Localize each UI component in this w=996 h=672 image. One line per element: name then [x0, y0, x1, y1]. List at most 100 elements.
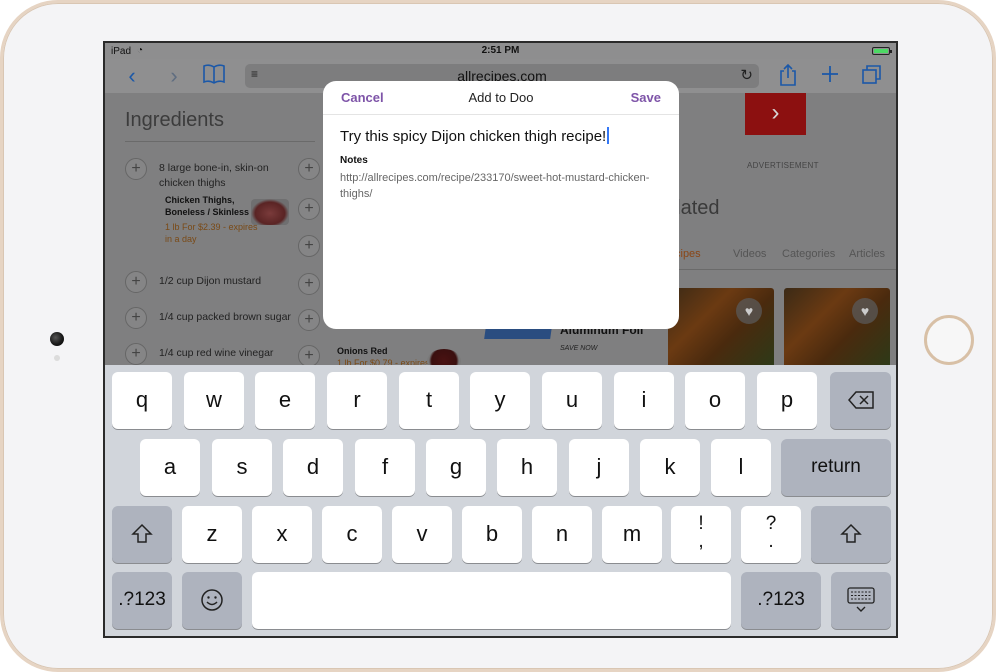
key-q[interactable]: q: [112, 372, 172, 429]
emoji-key[interactable]: [182, 572, 242, 629]
key-exclamation-bottom: ,: [698, 531, 704, 552]
add-ingredient-button[interactable]: +: [298, 235, 320, 257]
key-question[interactable]: ? .: [741, 506, 801, 563]
add-to-doo-dialog: Cancel Add to Doo Save Try this spicy Di…: [323, 81, 679, 329]
heart-icon[interactable]: ♥: [852, 298, 878, 324]
camera-lens: [50, 332, 64, 346]
bookmarks-icon[interactable]: [201, 63, 227, 89]
shift-key[interactable]: [112, 506, 172, 563]
key-o[interactable]: o: [685, 372, 745, 429]
add-ingredient-button[interactable]: +: [298, 158, 320, 180]
status-bar: iPad ◔ 2:51 PM: [105, 43, 896, 59]
home-button[interactable]: [924, 315, 974, 365]
screen: iPad ◔ 2:51 PM ‹ › ≡ allrecipes.com ↻ In…: [103, 41, 898, 638]
key-z[interactable]: z: [182, 506, 242, 563]
add-ingredient-button[interactable]: +: [298, 273, 320, 295]
forward-icon[interactable]: ›: [161, 63, 187, 89]
notes-field[interactable]: http://allrecipes.com/recipe/233170/swee…: [340, 170, 660, 202]
ingredient-item: 1/4 cup red wine vinegar: [159, 347, 274, 359]
sensor: [54, 355, 60, 361]
add-ingredient-button[interactable]: +: [298, 198, 320, 220]
recipe-thumbnail[interactable]: ♥: [784, 288, 890, 365]
tab-articles[interactable]: Articles: [849, 248, 885, 260]
key-t[interactable]: t: [399, 372, 459, 429]
dialog-title: Add to Doo: [468, 90, 534, 105]
ingredient-item: 8 large bone-in, skin-on chicken thighs: [159, 161, 269, 191]
add-ingredient-button[interactable]: +: [298, 309, 320, 331]
product-name-line: Boneless / Skinless: [165, 207, 250, 217]
key-y[interactable]: y: [470, 372, 530, 429]
key-i[interactable]: i: [614, 372, 674, 429]
key-question-bottom: .: [768, 531, 774, 552]
key-j[interactable]: j: [569, 439, 629, 496]
key-c[interactable]: c: [322, 506, 382, 563]
key-f[interactable]: f: [355, 439, 415, 496]
product-price-line: in a day: [165, 234, 197, 244]
delete-key[interactable]: [830, 372, 891, 429]
hide-keyboard-key[interactable]: [831, 572, 891, 629]
keyboard: q w e r t y u i o p a s d f g h j k l re…: [105, 365, 896, 636]
key-l[interactable]: l: [711, 439, 771, 496]
ipad-frame: iPad ◔ 2:51 PM ‹ › ≡ allrecipes.com ↻ In…: [0, 0, 996, 672]
key-s[interactable]: s: [212, 439, 272, 496]
task-title-text: Try this spicy Dijon chicken thigh recip…: [340, 128, 607, 145]
keyboard-dismiss-icon: [847, 587, 875, 612]
numbers-key-right[interactable]: .?123: [741, 572, 821, 629]
status-time: 2:51 PM: [481, 45, 520, 56]
back-icon[interactable]: ‹: [119, 63, 145, 89]
add-ingredient-button[interactable]: +: [125, 158, 147, 180]
return-key[interactable]: return: [781, 439, 891, 496]
key-k[interactable]: k: [640, 439, 700, 496]
ad-banner[interactable]: ›: [745, 93, 806, 135]
onion-price: 1 lb For $0.79 - expires: [337, 358, 430, 365]
shift-key-right[interactable]: [811, 506, 891, 563]
key-g[interactable]: g: [426, 439, 486, 496]
numbers-key[interactable]: .?123: [112, 572, 172, 629]
task-title-input[interactable]: Try this spicy Dijon chicken thigh recip…: [340, 127, 610, 145]
key-p[interactable]: p: [757, 372, 817, 429]
save-button[interactable]: Save: [631, 90, 661, 105]
tabs-icon[interactable]: [859, 63, 885, 89]
space-key[interactable]: [252, 572, 731, 629]
product-name-line: Chicken Thighs,: [165, 195, 235, 205]
share-icon[interactable]: [775, 63, 801, 89]
key-v[interactable]: v: [392, 506, 452, 563]
dialog-header: Cancel Add to Doo Save: [323, 81, 679, 115]
heart-icon[interactable]: ♥: [736, 298, 762, 324]
key-x[interactable]: x: [252, 506, 312, 563]
product-name: Chicken Thighs, Boneless / Skinless: [165, 194, 249, 218]
text-cursor: [607, 127, 610, 144]
key-m[interactable]: m: [602, 506, 662, 563]
promo-cta[interactable]: SAVE NOW: [560, 345, 597, 352]
key-n[interactable]: n: [532, 506, 592, 563]
key-a[interactable]: a: [140, 439, 200, 496]
key-r[interactable]: r: [327, 372, 387, 429]
key-b[interactable]: b: [462, 506, 522, 563]
backspace-icon: [847, 391, 874, 409]
reload-icon[interactable]: ↻: [740, 66, 753, 84]
key-d[interactable]: d: [283, 439, 343, 496]
add-ingredient-button[interactable]: +: [125, 343, 147, 365]
ingredient-line: 8 large bone-in, skin-on: [159, 162, 269, 174]
add-ingredient-button[interactable]: +: [125, 307, 147, 329]
add-ingredient-button[interactable]: +: [298, 345, 320, 365]
product-price-line: 1 lb For $2.39 - expires: [165, 222, 258, 232]
new-tab-icon[interactable]: [817, 63, 843, 89]
ingredient-item: 1/2 cup Dijon mustard: [159, 275, 262, 287]
key-w[interactable]: w: [184, 372, 244, 429]
onion-name: Onions Red: [337, 346, 388, 356]
shift-icon: [840, 523, 862, 543]
key-exclamation[interactable]: ! ,: [671, 506, 731, 563]
add-ingredient-button[interactable]: +: [125, 271, 147, 293]
key-e[interactable]: e: [255, 372, 315, 429]
battery-level: [874, 49, 888, 53]
tab-videos[interactable]: Videos: [733, 248, 766, 260]
key-h[interactable]: h: [497, 439, 557, 496]
tab-categories[interactable]: Categories: [782, 248, 835, 260]
key-u[interactable]: u: [542, 372, 602, 429]
chicken-thigh-image: [251, 199, 289, 225]
chevron-right-icon: ›: [771, 99, 780, 126]
recipe-thumbnail[interactable]: ♥: [668, 288, 774, 365]
emoji-icon: [201, 589, 223, 611]
ingredient-line: chicken thighs: [159, 177, 226, 189]
